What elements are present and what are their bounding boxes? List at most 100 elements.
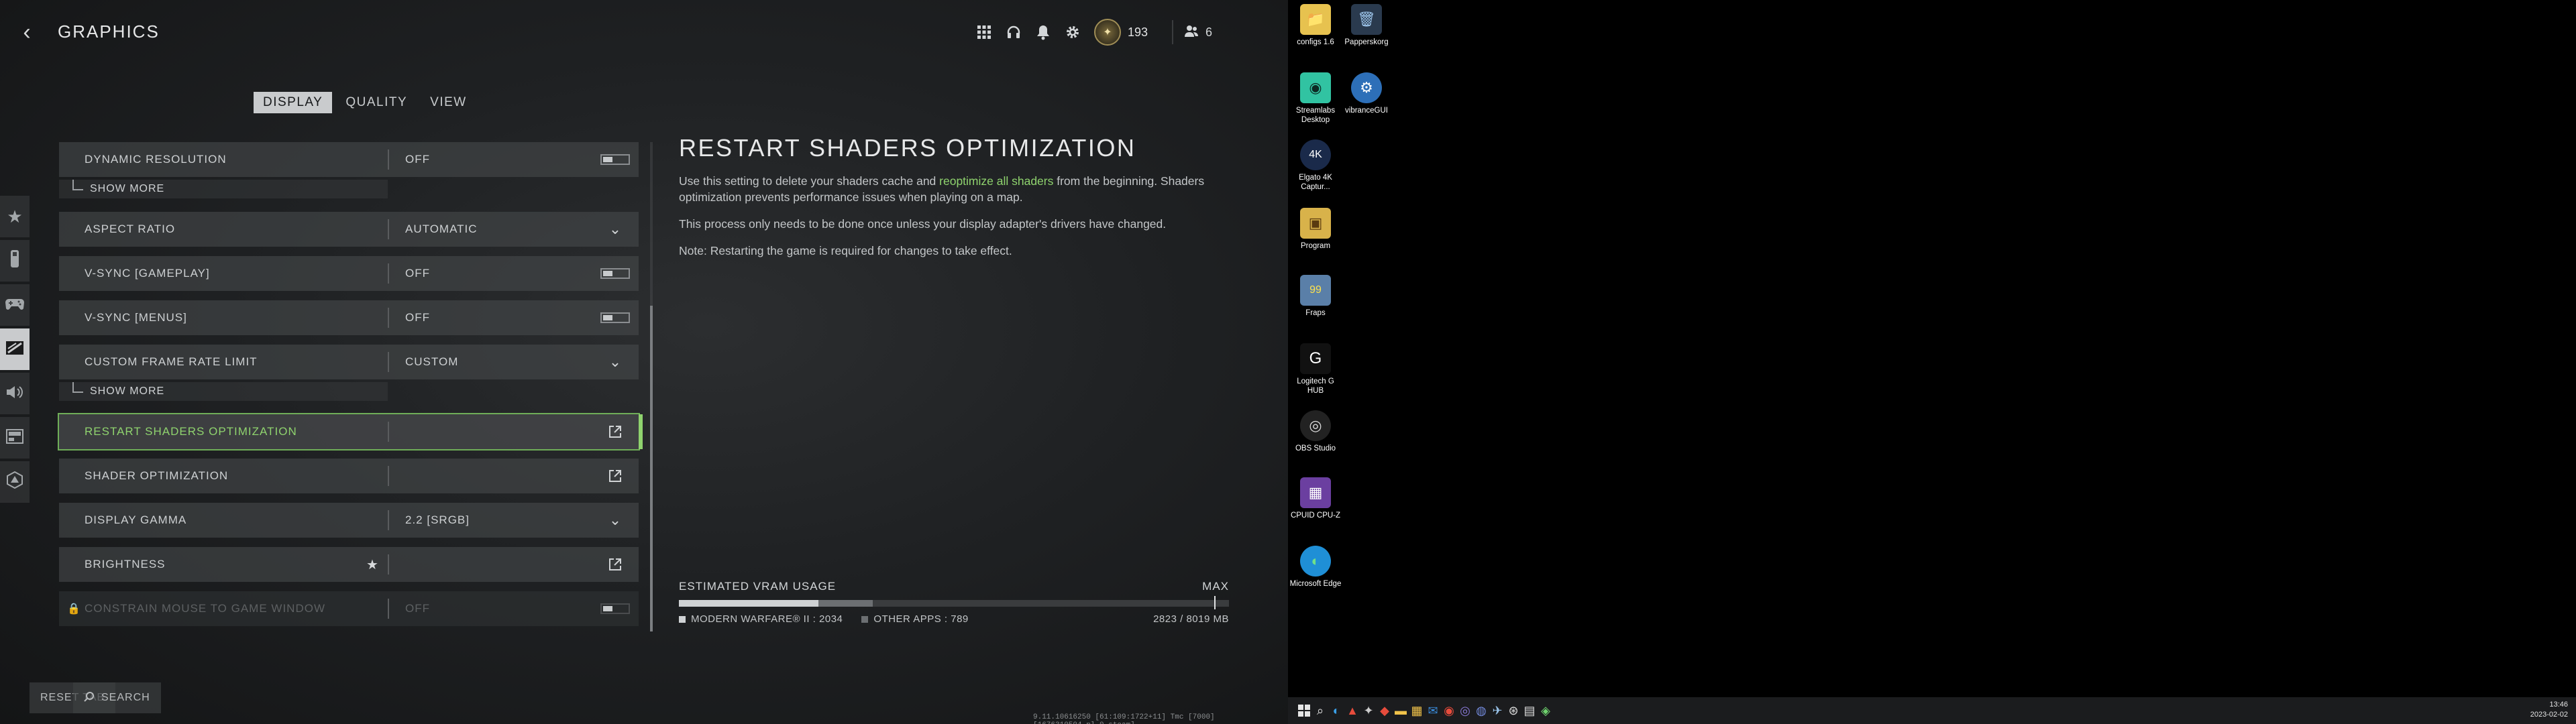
bell-icon[interactable] [1028,20,1058,44]
folder-icon: 📁 [1300,4,1331,35]
grid-menu-icon[interactable] [969,20,999,44]
desktop-icon-label: Papperskorg [1344,38,1389,46]
desktop-icon-logitech[interactable]: G Logitech G HUB [1288,343,1343,396]
scrollbar-thumb[interactable] [650,306,653,631]
sidebar-item-audio[interactable] [0,373,30,414]
setting-brightness[interactable]: BRIGHTNESS ★ [59,547,639,582]
friends-icon [1184,23,1199,42]
detail-paragraph-1: Use this setting to delete your shaders … [679,173,1229,205]
vram-title: ESTIMATED VRAM USAGE [679,580,837,593]
setting-shader-optimization[interactable]: SHADER OPTIMIZATION [59,459,639,493]
desktop-icon-obs[interactable]: ◎ OBS Studio [1288,410,1343,453]
toggle-switch[interactable] [592,312,639,323]
divider [388,466,389,486]
sidebar-item-controller[interactable] [0,240,30,282]
rank-badge-icon[interactable]: ✦ [1094,19,1121,46]
sidebar-item-graphics[interactable] [0,328,30,370]
vram-usage: ESTIMATED VRAM USAGE MAX MODERN WARFARE®… [679,580,1229,625]
toggle-off-icon [600,268,630,279]
setting-label: CONSTRAIN MOUSE TO GAME WINDOW [85,602,325,615]
show-more-frame-rate[interactable]: SHOW MORE [59,382,388,401]
external-link-icon[interactable] [592,469,639,483]
tab-display[interactable]: DISPLAY [254,92,333,113]
setting-vsync-menus[interactable]: V-SYNC [MENUS] OFF [59,300,639,335]
desktop-icon-fraps[interactable]: 99 Fraps [1288,275,1343,318]
desktop-icon-label: vibranceGUI [1345,107,1388,115]
vram-game-fill [679,600,818,607]
settings-sidebar: ★ [0,196,30,505]
headset-icon[interactable] [999,20,1028,44]
setting-label: DISPLAY GAMMA [85,514,187,526]
desktop-icon-label: Logitech G HUB [1297,377,1334,395]
setting-dynamic-resolution[interactable]: DYNAMIC RESOLUTION OFF [59,142,639,177]
setting-label: DYNAMIC RESOLUTION [85,153,227,166]
gear-icon[interactable] [1058,20,1087,44]
setting-value: OFF [405,602,430,615]
desktop-icon-cpuz[interactable]: ▦ CPUID CPU-Z [1288,477,1343,520]
vram-bar [679,596,1229,609]
app-taskbar-icon-3[interactable]: ◈ [1536,701,1555,720]
external-link-icon[interactable] [592,425,639,438]
vram-max-label: MAX [1202,580,1229,593]
desktop-icon-configs[interactable]: 📁 configs 1.6 [1288,4,1343,47]
search-label: SEARCH [101,692,150,703]
back-button[interactable]: ‹ [15,19,39,45]
desktop-icon-vibrancegui[interactable]: ⚙ vibranceGUI [1339,72,1394,115]
graphics-icon [5,339,24,360]
toggle-switch[interactable] [592,154,639,165]
page-title: GRAPHICS [58,21,160,42]
divider [388,422,389,442]
system-clock[interactable]: 13:46 2023-02-02 [2530,700,2568,720]
setting-restart-shaders-optimization[interactable]: RESTART SHADERS OPTIMIZATION [58,413,643,450]
obs-icon: ◎ [1300,410,1331,441]
external-link-icon[interactable] [592,558,639,571]
detail-paragraph-2: This process only needs to be done once … [679,217,1167,231]
desktop-icon-edge[interactable]: ◐ Microsoft Edge [1288,546,1343,589]
setting-vsync-gameplay[interactable]: V-SYNC [GAMEPLAY] OFF [59,256,639,291]
tab-quality[interactable]: QUALITY [336,92,417,113]
setting-label: SHADER OPTIMIZATION [85,469,229,482]
gamepad-icon [5,295,25,316]
setting-value: CUSTOM [405,355,459,368]
search-button[interactable]: SEARCH [73,682,161,713]
desktop-icon-elgato[interactable]: 4K Elgato 4K Captur... [1288,139,1343,192]
chevron-down-icon[interactable]: ⌄ [592,221,639,238]
vram-game-label: MODERN WARFARE® II : 2034 [691,613,843,625]
logitech-icon: G [1300,343,1331,374]
setting-label: V-SYNC [MENUS] [85,311,187,324]
build-version: 9.11.10616250 [61:109:1722+11] Tmc [7000… [1033,713,1215,724]
desktop-icon-program[interactable]: ▣ Program [1288,208,1343,251]
clock-time: 13:46 [2549,701,2568,709]
search-icon [84,691,95,705]
chevron-down-icon[interactable]: ⌄ [592,511,639,529]
sidebar-item-interface[interactable] [0,417,30,459]
scrollbar[interactable] [650,142,653,631]
sidebar-item-gamepad[interactable] [0,284,30,326]
toggle-off-icon [600,312,630,323]
setting-value: OFF [405,311,430,324]
sidebar-item-favorites[interactable]: ★ [0,196,30,237]
setting-aspect-ratio[interactable]: ASPECT RATIO AUTOMATIC ⌄ [59,212,639,247]
desktop-icon-label: CPUID CPU-Z [1290,511,1341,520]
star-icon: ★ [7,206,23,227]
setting-display-gamma[interactable]: DISPLAY GAMMA 2.2 [SRGB] ⌄ [59,503,639,538]
audio-icon [5,383,24,404]
setting-custom-frame-rate-limit[interactable]: CUSTOM FRAME RATE LIMIT CUSTOM ⌄ [59,345,639,379]
divider [1172,20,1173,44]
toggle-switch[interactable] [592,268,639,279]
edge-icon: ◐ [1300,546,1331,577]
friends-button[interactable]: 6 [1184,23,1212,42]
controller-mobile-icon [9,249,21,273]
desktop-icon-recycle-bin[interactable]: 🗑 Papperskorg [1339,4,1394,47]
show-more-dynamic-resolution[interactable]: SHOW MORE [59,180,388,198]
chevron-down-icon[interactable]: ⌄ [592,353,639,371]
clock-date: 2023-02-02 [2530,711,2568,719]
desktop-icon-streamlabs[interactable]: ◉ Streamlabs Desktop [1288,72,1343,125]
sidebar-item-account[interactable] [0,461,30,503]
selection-indicator [639,414,643,449]
setting-label: BRIGHTNESS [85,558,166,570]
tab-view[interactable]: VIEW [421,92,476,113]
streamlabs-icon: ◉ [1300,72,1331,103]
tree-branch-icon [72,180,83,190]
legend-swatch-game [679,615,686,623]
